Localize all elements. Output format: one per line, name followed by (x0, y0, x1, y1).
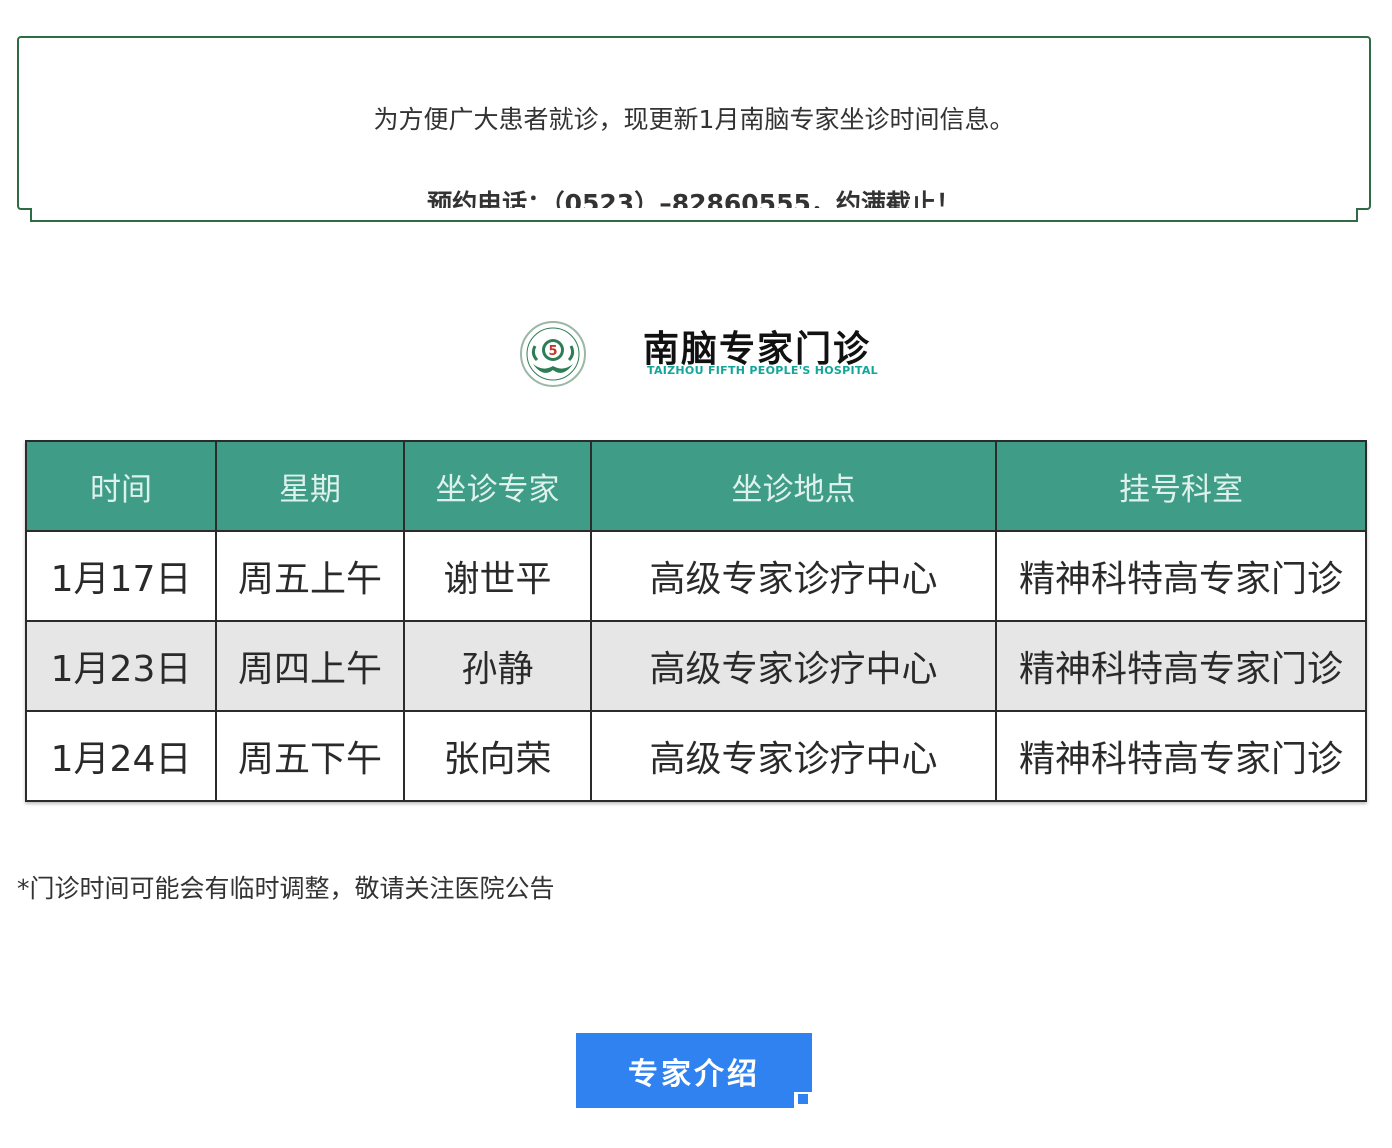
notice-text: 为方便广大患者就诊，现更新1月南脑专家坐诊时间信息。 (373, 105, 1015, 134)
cell-department: 精神科特高专家门诊 (995, 710, 1367, 802)
hospital-english-name: TAIZHOU FIFTH PEOPLE'S HOSPITAL (647, 364, 878, 377)
column-header-weekday: 星期 (215, 440, 405, 532)
cell-department: 精神科特高专家门诊 (995, 620, 1367, 712)
table-row: 1月24日 周五下午 张向荣 高级专家诊疗中心 精神科特高专家门诊 (25, 710, 1367, 802)
hospital-logo-icon: 5 (520, 321, 586, 387)
cell-doctor: 孙静 (403, 620, 592, 712)
cell-location: 高级专家诊疗中心 (590, 620, 997, 712)
column-header-time: 时间 (25, 440, 217, 532)
cell-location: 高级专家诊疗中心 (590, 710, 997, 802)
svg-text:5: 5 (548, 344, 557, 359)
cell-weekday: 周五下午 (215, 710, 405, 802)
column-header-doctor: 坐诊专家 (403, 440, 592, 532)
schedule-disclaimer: *门诊时间可能会有临时调整，敬请关注医院公告 (17, 874, 555, 903)
column-header-location: 坐诊地点 (590, 440, 997, 532)
table-row: 1月17日 周五上午 谢世平 高级专家诊疗中心 精神科特高专家门诊 (25, 530, 1367, 622)
cell-weekday: 周四上午 (215, 620, 405, 712)
column-header-department: 挂号科室 (995, 440, 1367, 532)
cell-department: 精神科特高专家门诊 (995, 530, 1367, 622)
cell-location: 高级专家诊疗中心 (590, 530, 997, 622)
button-corner-decoration (794, 1092, 812, 1108)
cell-date: 1月24日 (25, 710, 217, 802)
expert-intro-button[interactable]: 专家介绍 (576, 1033, 812, 1108)
cell-date: 1月17日 (25, 530, 217, 622)
notice-box: 为方便广大患者就诊，现更新1月南脑专家坐诊时间信息。 预约电话：（0523）–8… (17, 36, 1371, 218)
cell-doctor: 张向荣 (403, 710, 592, 802)
cell-doctor: 谢世平 (403, 530, 592, 622)
expert-intro-button-label: 专家介绍 (628, 1056, 760, 1092)
table-header-row: 时间 星期 坐诊专家 坐诊地点 挂号科室 (25, 440, 1367, 532)
cell-weekday: 周五上午 (215, 530, 405, 622)
schedule-table: 时间 星期 坐诊专家 坐诊地点 挂号科室 1月17日 周五上午 谢世平 高级专家… (25, 440, 1367, 802)
cell-date: 1月23日 (25, 620, 217, 712)
table-row: 1月23日 周四上午 孙静 高级专家诊疗中心 精神科特高专家门诊 (25, 620, 1367, 712)
notice-box-footer (30, 208, 1358, 222)
